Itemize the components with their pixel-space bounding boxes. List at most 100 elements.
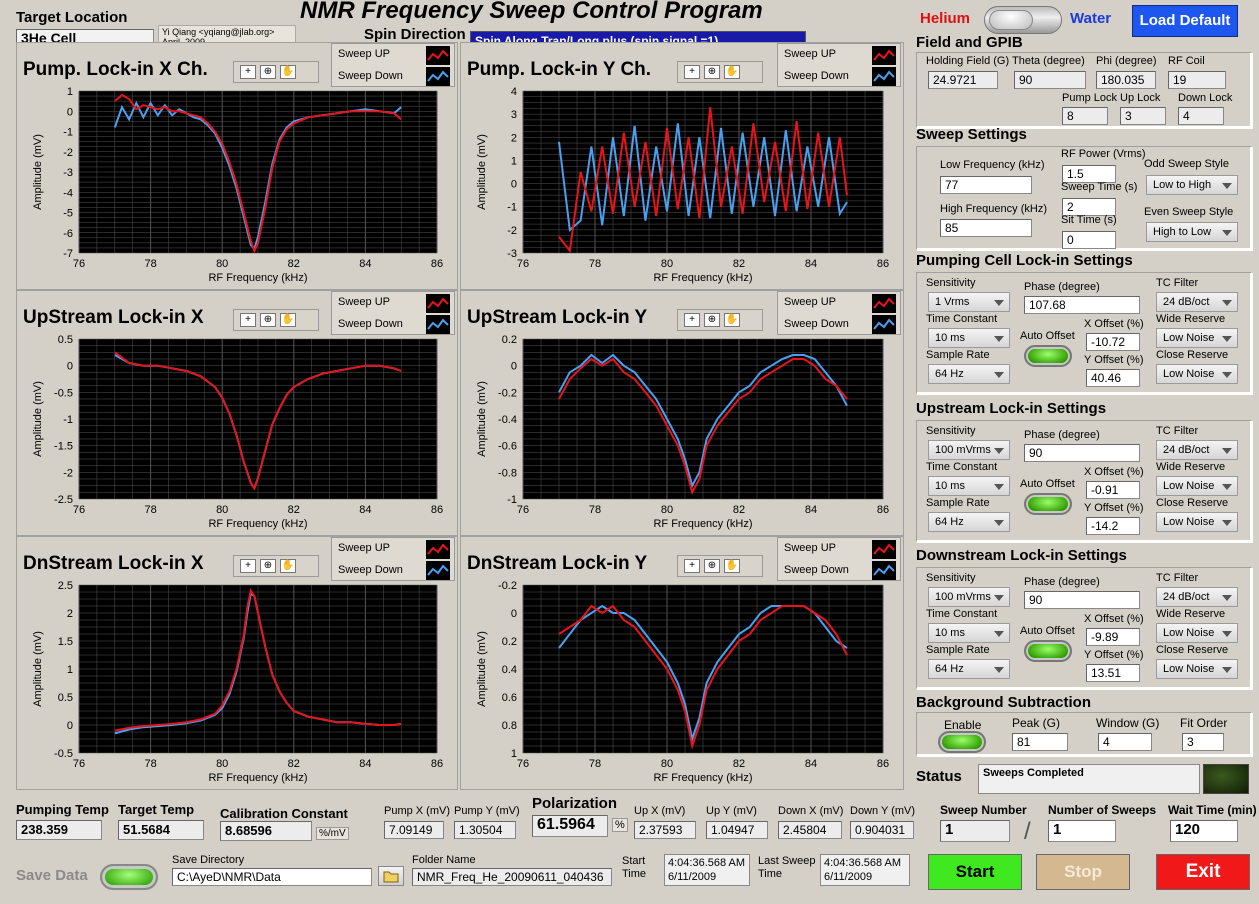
cursor-icon[interactable]: + [684, 65, 700, 79]
cursor-icon[interactable]: + [684, 559, 700, 573]
cursor-icon[interactable]: + [240, 559, 256, 573]
helium-label: Helium [920, 10, 971, 27]
save-dir-input[interactable]: C:\AyeD\NMR\Data [172, 868, 372, 886]
zoom-icon[interactable]: ⊕ [704, 559, 720, 573]
high-freq-input[interactable]: 85 [940, 219, 1032, 237]
legend-sweep-up-label: Sweep UP [338, 296, 390, 308]
x-tick-label: 84 [805, 758, 817, 770]
sensitivity-select[interactable]: 1 Vrms [928, 292, 1010, 312]
peak-input[interactable]: 81 [1012, 733, 1068, 751]
pan-icon[interactable]: ✋ [280, 559, 296, 573]
x-tick-label: 80 [216, 758, 228, 770]
cursor-icon[interactable]: + [684, 313, 700, 327]
graph-title-4: DnStream Lock-in X [23, 553, 204, 574]
target-temp-label: Target Temp [118, 802, 195, 817]
sample-rate-select[interactable]: 64 Hz [928, 512, 1010, 532]
auto-offset-button[interactable] [1024, 345, 1072, 367]
exit-button[interactable]: Exit [1156, 854, 1250, 890]
y-offset-input[interactable]: 40.46 [1086, 369, 1140, 387]
phase-input[interactable]: 90 [1024, 591, 1140, 609]
tc-filter-select[interactable]: 24 dB/oct [1156, 292, 1238, 312]
phi-label: Phi (degree) [1096, 55, 1157, 67]
cursor-icon[interactable]: + [240, 313, 256, 327]
stop-button[interactable]: Stop [1036, 854, 1130, 890]
down-x-label: Down X (mV) [778, 805, 844, 817]
graph-palette-0[interactable]: + ⊕ ✋ [233, 61, 319, 83]
graph-title-1: Pump. Lock-in Y Ch. [467, 59, 652, 80]
tc-filter-select[interactable]: 24 dB/oct [1156, 587, 1238, 607]
y-offset-input[interactable]: 13.51 [1086, 664, 1140, 682]
close-reserve-select[interactable]: Low Noise [1156, 364, 1238, 384]
sensitivity-select[interactable]: 100 mVrms [928, 440, 1010, 460]
sit-time-input[interactable]: 0 [1062, 231, 1116, 249]
graph-palette-1[interactable]: + ⊕ ✋ [677, 61, 763, 83]
zoom-icon[interactable]: ⊕ [704, 65, 720, 79]
phase-input[interactable]: 90 [1024, 444, 1140, 462]
graph-palette-4[interactable]: + ⊕ ✋ [233, 555, 319, 577]
calib-value[interactable]: 8.68596 [220, 821, 312, 841]
auto-offset-button[interactable] [1024, 493, 1072, 515]
y-tick-label: 2 [67, 608, 73, 620]
wide-reserve-label: Wide Reserve [1156, 608, 1226, 620]
time-constant-select[interactable]: 10 ms [928, 623, 1010, 643]
time-constant-select[interactable]: 10 ms [928, 328, 1010, 348]
fit-order-input[interactable]: 3 [1182, 733, 1224, 751]
low-freq-input[interactable]: 77 [940, 176, 1032, 194]
start-button[interactable]: Start [928, 854, 1022, 890]
x-offset-input[interactable]: -0.91 [1086, 481, 1140, 499]
even-sweep-select[interactable]: High to Low [1146, 222, 1238, 242]
odd-sweep-select[interactable]: Low to High [1146, 175, 1238, 195]
y-tick-label: -1 [507, 202, 517, 214]
zoom-icon[interactable]: ⊕ [260, 559, 276, 573]
up-lock-value[interactable]: 3 [1120, 107, 1166, 125]
tc-filter-label: TC Filter [1156, 425, 1199, 437]
phase-input[interactable]: 107.68 [1024, 296, 1140, 314]
y-tick-label: 0.2 [502, 335, 517, 346]
wide-reserve-select[interactable]: Low Noise [1156, 476, 1238, 496]
tc-filter-select[interactable]: 24 dB/oct [1156, 440, 1238, 460]
save-data-toggle[interactable] [100, 864, 158, 890]
graph-palette-3[interactable]: + ⊕ ✋ [677, 309, 763, 331]
wide-reserve-select[interactable]: Low Noise [1156, 328, 1238, 348]
sample-rate-label: Sample Rate [926, 349, 990, 361]
pan-icon[interactable]: ✋ [280, 313, 296, 327]
sensitivity-select[interactable]: 100 mVrms [928, 587, 1010, 607]
x-offset-input[interactable]: -9.89 [1086, 628, 1140, 646]
wide-reserve-select[interactable]: Low Noise [1156, 623, 1238, 643]
cursor-icon[interactable]: + [240, 65, 256, 79]
pump-lock-value[interactable]: 8 [1062, 107, 1108, 125]
x-axis-label: RF Frequency (kHz) [653, 772, 752, 784]
rf-coil-value[interactable]: 19 [1168, 71, 1226, 89]
helium-water-toggle[interactable] [984, 6, 1062, 34]
graph-palette-2[interactable]: + ⊕ ✋ [233, 309, 319, 331]
x-axis-label: RF Frequency (kHz) [208, 772, 307, 784]
down-lock-value[interactable]: 4 [1178, 107, 1224, 125]
y-tick-label: -1 [63, 414, 73, 426]
odd-sweep-label: Odd Sweep Style [1144, 158, 1229, 170]
close-reserve-select[interactable]: Low Noise [1156, 659, 1238, 679]
pan-icon[interactable]: ✋ [724, 65, 740, 79]
enable-toggle[interactable] [938, 731, 986, 753]
auto-offset-button[interactable] [1024, 640, 1072, 662]
pan-icon[interactable]: ✋ [724, 559, 740, 573]
pan-icon[interactable]: ✋ [724, 313, 740, 327]
up-y-value: 1.04947 [706, 821, 768, 839]
wait-time-input[interactable]: 120 [1170, 820, 1238, 842]
x-offset-input[interactable]: -10.72 [1086, 333, 1140, 351]
zoom-icon[interactable]: ⊕ [260, 313, 276, 327]
zoom-icon[interactable]: ⊕ [704, 313, 720, 327]
browse-button[interactable] [378, 866, 404, 886]
time-constant-select[interactable]: 10 ms [928, 476, 1010, 496]
num-sweeps-input[interactable]: 1 [1048, 820, 1116, 842]
graph-palette-5[interactable]: + ⊕ ✋ [677, 555, 763, 577]
sample-rate-select[interactable]: 64 Hz [928, 659, 1010, 679]
y-offset-input[interactable]: -14.2 [1086, 517, 1140, 535]
sample-rate-select[interactable]: 64 Hz [928, 364, 1010, 384]
load-default-button[interactable]: Load Default [1132, 5, 1238, 37]
phase-label: Phase (degree) [1024, 429, 1100, 441]
window-input[interactable]: 4 [1098, 733, 1152, 751]
pan-icon[interactable]: ✋ [280, 65, 296, 79]
close-reserve-select[interactable]: Low Noise [1156, 512, 1238, 532]
high-freq-label: High Frequency (kHz) [940, 203, 1047, 215]
zoom-icon[interactable]: ⊕ [260, 65, 276, 79]
